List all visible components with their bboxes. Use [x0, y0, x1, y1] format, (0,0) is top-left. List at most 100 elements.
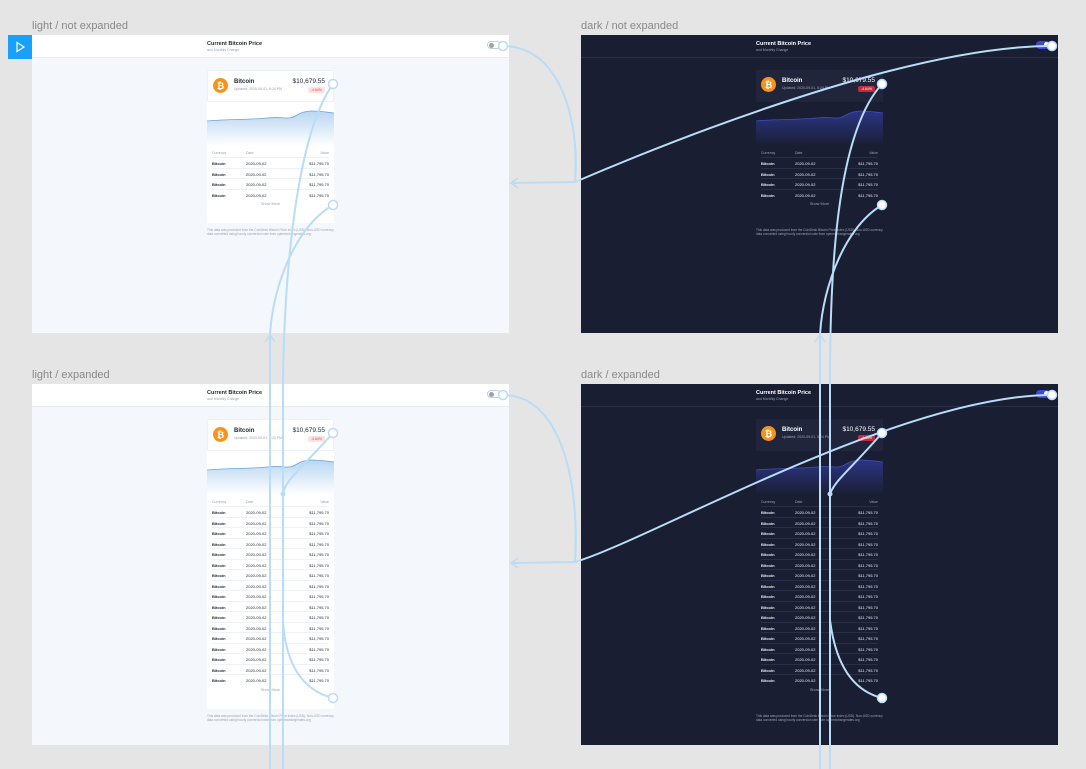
row-currency: Bitcoin	[212, 182, 226, 187]
row-value: $11,795.70	[309, 541, 329, 547]
row-currency: Bitcoin	[212, 510, 226, 515]
show-more-button[interactable]: Show More	[756, 202, 883, 206]
row-value: $11,795.70	[309, 678, 329, 683]
table-row: Bitcoin 2020-09-02 $11,795.70	[761, 653, 878, 664]
row-date: 2020-09-02	[795, 604, 816, 610]
row-currency: Bitcoin	[212, 541, 226, 547]
coin-price: $10,679.55	[842, 426, 875, 433]
theme-toggle[interactable]	[487, 390, 501, 398]
row-currency: Bitcoin	[761, 667, 775, 673]
table-row: Bitcoin 2020-09-02 $11,795.70	[761, 527, 878, 538]
table-row: Bitcoin 2020-09-02 $11,795.70	[761, 188, 878, 200]
row-date: 2020-09-02	[795, 520, 816, 526]
row-value: $11,795.70	[309, 161, 329, 166]
coin-header[interactable]: ₿ Bitcoin Updated: 2020-09-01, 5:24 PM $10,…	[207, 70, 334, 102]
table-row: Bitcoin 2020-09-02 $11,795.70	[212, 632, 329, 643]
show-more-button[interactable]: Show More	[207, 202, 334, 206]
price-area-chart	[207, 459, 334, 495]
table-row: Bitcoin 2020-09-02 $11,795.70	[761, 537, 878, 549]
table-row: Bitcoin 2020-09-02 $11,795.70	[212, 621, 329, 633]
col-date: Date	[246, 151, 254, 155]
row-date: 2020-09-02	[246, 541, 267, 547]
col-value: Value	[869, 500, 878, 504]
frame-label-dark-expanded[interactable]: dark / expanded	[581, 369, 660, 381]
coin-header[interactable]: ₿ Bitcoin Updated: 2020-09-01, 5:24 PM $10,…	[756, 70, 883, 102]
table-row: Bitcoin 2020-09-02 $11,795.70	[212, 527, 329, 538]
row-currency: Bitcoin	[761, 636, 775, 641]
frame-label-light-not-expanded[interactable]: light / not expanded	[32, 20, 128, 32]
row-value: $11,795.70	[858, 678, 878, 683]
row-value: $11,795.70	[858, 562, 878, 568]
row-currency: Bitcoin	[212, 552, 226, 557]
bitcoin-icon: ₿	[761, 426, 776, 441]
coin-name: Bitcoin	[782, 78, 803, 84]
row-date: 2020-09-02	[246, 615, 267, 620]
data-footnote: This data was produced from the CoinDesk…	[756, 713, 883, 722]
frame-dark-expanded[interactable]: Current Bitcoin Price and Monthly Change ₿…	[581, 384, 1058, 745]
f2-topbar: Current Bitcoin Price and Monthly Change	[581, 35, 1058, 58]
row-date: 2020-09-02	[795, 161, 816, 166]
bitcoin-icon: ₿	[213, 427, 228, 442]
price-card: ₿ Bitcoin Updated: 2020-09-01, 5:24 PM $10,…	[756, 70, 883, 223]
row-currency: Bitcoin	[212, 646, 226, 652]
frame-light-not-expanded[interactable]: Current Bitcoin Price and Monthly Change ₿…	[32, 35, 509, 333]
row-currency: Bitcoin	[212, 583, 226, 589]
row-currency: Bitcoin	[212, 625, 226, 631]
row-date: 2020-09-02	[795, 615, 816, 620]
row-currency: Bitcoin	[212, 161, 226, 166]
row-value: $11,795.70	[309, 552, 329, 557]
row-value: $11,795.70	[309, 573, 329, 578]
theme-toggle[interactable]	[1036, 390, 1050, 398]
row-currency: Bitcoin	[761, 583, 775, 589]
show-more-button[interactable]: Show More	[756, 688, 883, 692]
table-row: Bitcoin 2020-09-02 $11,795.70	[212, 167, 329, 179]
table-row: Bitcoin 2020-09-02 $11,795.70	[761, 600, 878, 612]
toggle-knob	[489, 43, 494, 48]
col-value: Value	[869, 151, 878, 155]
show-more-button[interactable]: Show More	[207, 688, 334, 692]
col-date: Date	[246, 500, 254, 504]
theme-toggle[interactable]	[487, 41, 501, 49]
row-value: $11,795.70	[858, 161, 878, 166]
table-row: Bitcoin 2020-09-02 $11,795.70	[212, 178, 329, 189]
frame-light-expanded[interactable]: Current Bitcoin Price and Monthly Change ₿…	[32, 384, 509, 745]
present-play-button[interactable]	[8, 35, 32, 59]
col-value: Value	[320, 151, 329, 155]
col-date: Date	[795, 500, 803, 504]
price-card: ₿ Bitcoin Updated: 2020-09-01, 5:24 PM $10,…	[756, 419, 883, 709]
connection-toggle-light-expanded	[502, 394, 577, 563]
row-date: 2020-09-02	[246, 182, 267, 187]
coin-updated: Updated: 2020-09-01, 5:24 PM	[234, 436, 283, 440]
row-date: 2020-09-02	[795, 562, 816, 568]
data-footnote: This data was produced from the CoinDesk…	[207, 228, 334, 237]
coin-header[interactable]: ₿ Bitcoin Updated: 2020-09-01, 5:24 PM $10,…	[756, 419, 883, 451]
row-date: 2020-09-02	[246, 667, 267, 673]
col-currency: Currency	[212, 151, 227, 155]
row-date: 2020-09-02	[795, 646, 816, 652]
row-currency: Bitcoin	[212, 594, 226, 599]
frame-label-dark-not-expanded[interactable]: dark / not expanded	[581, 20, 678, 32]
table-row: Bitcoin 2020-09-02 $11,795.70	[761, 178, 878, 189]
row-date: 2020-09-02	[795, 531, 816, 536]
row-value: $11,795.70	[858, 625, 878, 631]
page-title: Current Bitcoin Price	[756, 41, 812, 47]
row-date: 2020-09-02	[246, 552, 267, 557]
row-currency: Bitcoin	[761, 625, 775, 631]
table-row: Bitcoin 2020-09-02 $11,795.70	[761, 506, 878, 517]
theme-toggle[interactable]	[1036, 41, 1050, 49]
row-date: 2020-09-02	[246, 604, 267, 610]
frame-dark-not-expanded[interactable]: Current Bitcoin Price and Monthly Change ₿…	[581, 35, 1058, 333]
table-row: Bitcoin 2020-09-02 $11,795.70	[212, 558, 329, 570]
row-currency: Bitcoin	[212, 531, 226, 536]
row-value: $11,795.70	[309, 520, 329, 526]
frame-label-light-expanded[interactable]: light / expanded	[32, 369, 110, 381]
col-date: Date	[795, 151, 803, 155]
row-currency: Bitcoin	[761, 171, 775, 177]
table-row: Bitcoin 2020-09-02 $11,795.70	[212, 569, 329, 580]
row-date: 2020-09-02	[795, 583, 816, 589]
coin-header[interactable]: ₿ Bitcoin Updated: 2020-09-01, 5:24 PM $10,…	[207, 419, 334, 451]
row-date: 2020-09-02	[246, 192, 267, 198]
page-subtitle: and Monthly Change	[207, 48, 240, 52]
f3-topbar: Current Bitcoin Price and Monthly Change	[32, 384, 509, 407]
table-row: Bitcoin 2020-09-02 $11,795.70	[761, 569, 878, 580]
